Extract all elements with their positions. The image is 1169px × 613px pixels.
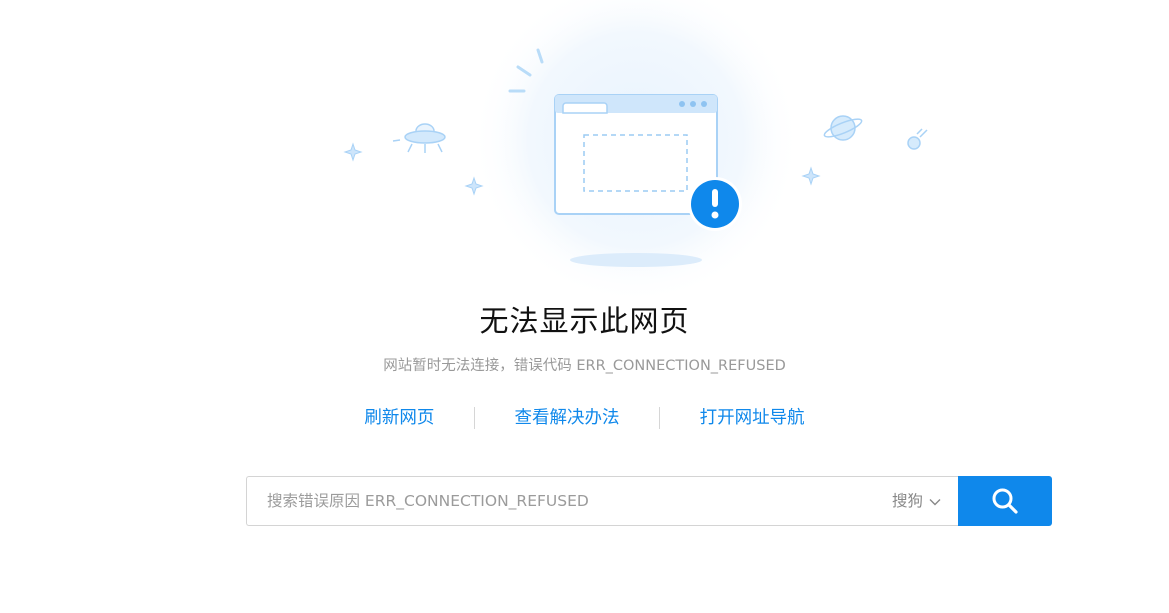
search-button[interactable] (958, 476, 1052, 526)
divider (659, 407, 661, 429)
planet-icon (823, 115, 863, 141)
ufo-icon (392, 123, 446, 153)
search-box: 搜狗 (246, 476, 959, 526)
error-description: 网站暂时无法连接，错误代码 ERR_CONNECTION_REFUSED (383, 358, 786, 374)
page-title: 无法显示此网页 (479, 304, 690, 338)
refresh-page-link[interactable]: 刷新网页 (364, 408, 434, 428)
divider (473, 407, 475, 429)
search-icon (992, 488, 1018, 514)
search-bar: 搜狗 (246, 476, 1052, 526)
error-illustration (343, 0, 928, 300)
comet-icon (907, 128, 928, 150)
open-navigation-link[interactable]: 打开网址导航 (700, 408, 805, 428)
view-solution-link[interactable]: 查看解决办法 (515, 408, 620, 428)
search-engine-label: 搜狗 (891, 492, 923, 510)
action-links: 刷新网页 查看解决办法 打开网址导航 (0, 404, 1169, 429)
search-input[interactable] (267, 477, 847, 525)
chevron-down-icon (929, 498, 941, 505)
exclamation-icon (688, 177, 742, 231)
search-engine-selector[interactable]: 搜狗 (892, 477, 941, 525)
